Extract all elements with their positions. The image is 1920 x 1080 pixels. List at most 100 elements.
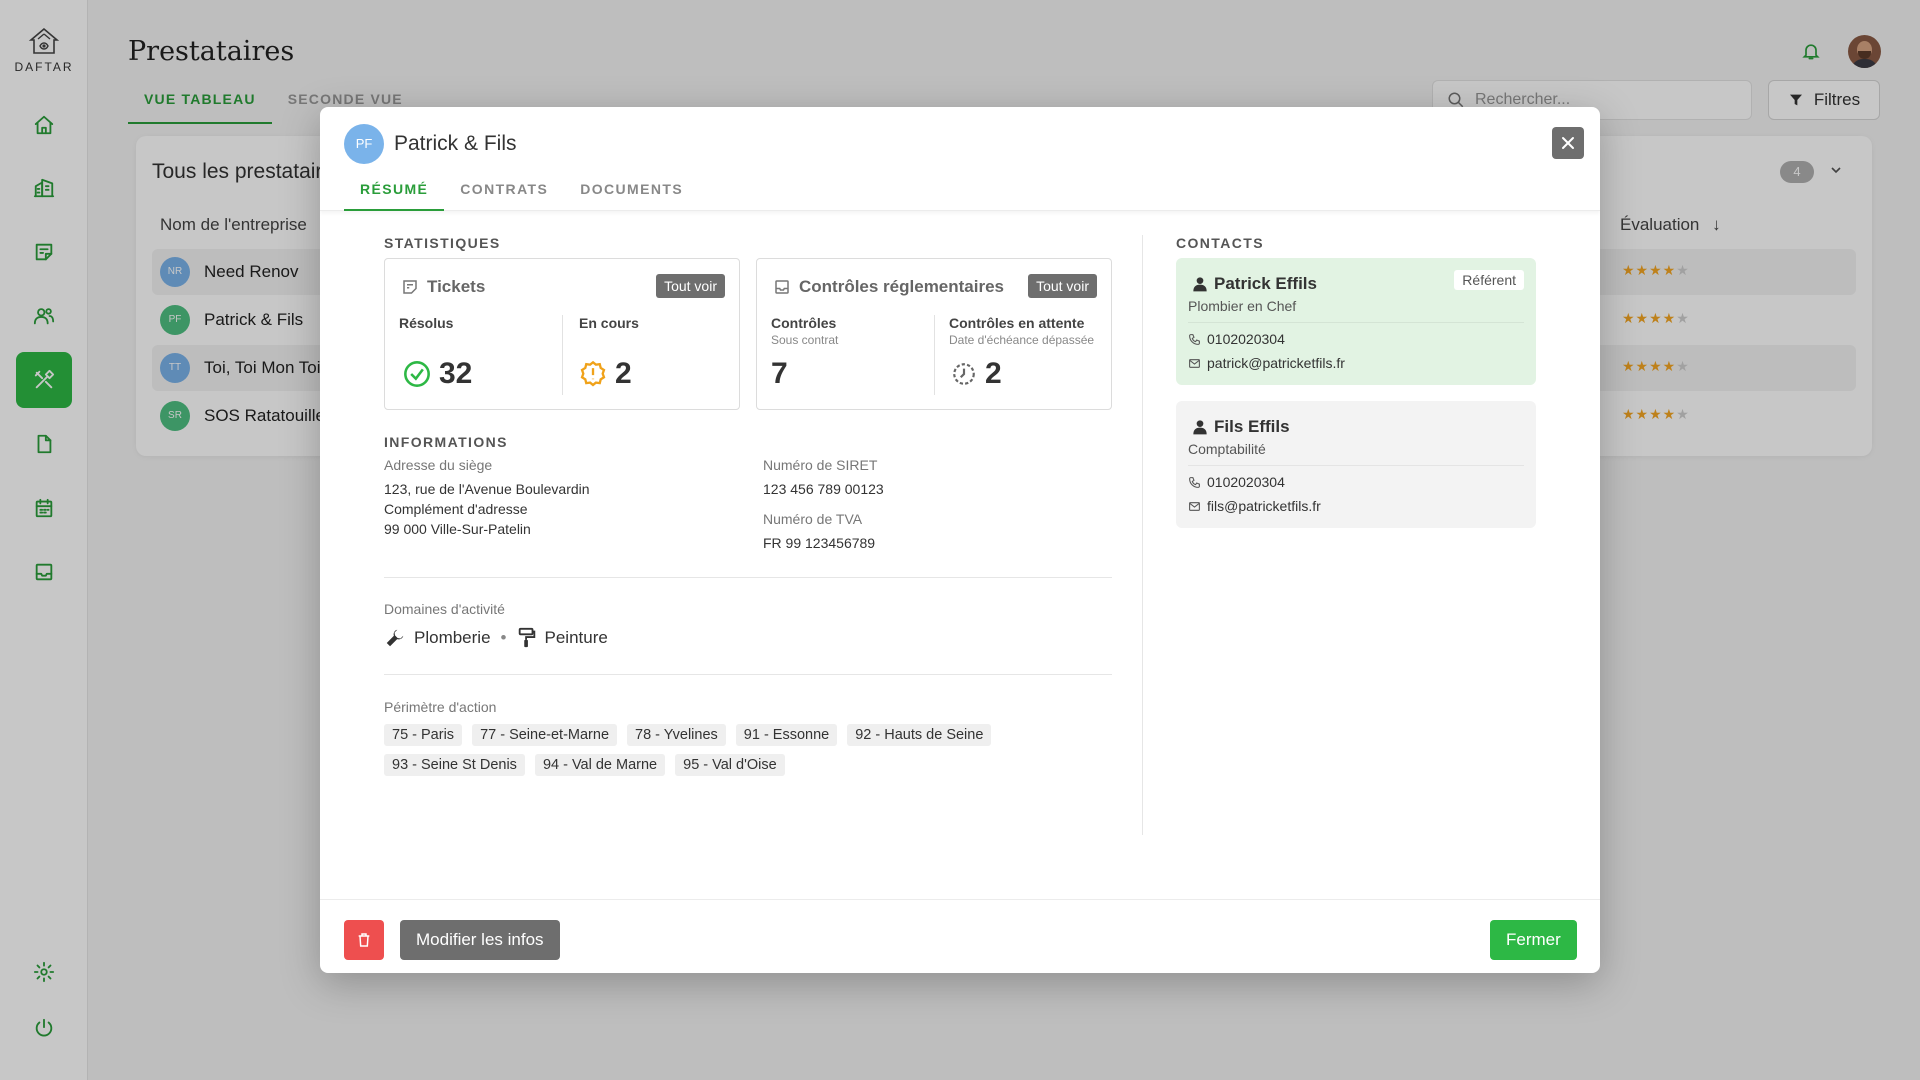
ticket-icon bbox=[403, 280, 417, 294]
contact-phone[interactable]: 0102020304 bbox=[1188, 331, 1285, 347]
controls-contract-sub: Sous contrat bbox=[771, 333, 839, 347]
contact-name: Patrick Effils bbox=[1192, 274, 1317, 294]
close-modal-button[interactable] bbox=[1552, 127, 1584, 159]
perimeter-chip: 78 - Yvelines bbox=[627, 724, 726, 746]
trash-icon bbox=[358, 933, 370, 947]
address-value: 123, rue de l'Avenue Boulevardin Complém… bbox=[384, 479, 590, 539]
tickets-card: Tickets Tout voir Résolus 32 En cours 2 bbox=[384, 258, 740, 410]
person-icon bbox=[1193, 420, 1207, 435]
controls-pending-label: Contrôles en attente bbox=[949, 315, 1085, 331]
modal-footer: Modifier les infos Fermer bbox=[320, 899, 1600, 973]
divider bbox=[1142, 235, 1143, 835]
divider bbox=[934, 315, 935, 395]
tab-contracts[interactable]: CONTRATS bbox=[444, 175, 564, 211]
tickets-ongoing-value: 2 bbox=[579, 357, 632, 391]
phone-icon bbox=[1189, 333, 1200, 345]
perimeter-chip: 91 - Essonne bbox=[735, 724, 838, 746]
perimeter-chip: 92 - Hauts de Seine bbox=[847, 724, 992, 746]
info-section-title: INFORMATIONS bbox=[384, 434, 508, 450]
referent-badge: Référent bbox=[1454, 270, 1524, 290]
siret-label: Numéro de SIRET bbox=[763, 457, 878, 473]
contact-card[interactable]: Patrick Effils Référent Plombier en Chef… bbox=[1176, 258, 1536, 385]
controls-see-all-button[interactable]: Tout voir bbox=[1028, 274, 1097, 298]
tab-summary[interactable]: RÉSUMÉ bbox=[344, 175, 445, 211]
perimeter-chip: 93 - Seine St Denis bbox=[384, 754, 525, 776]
address-line: 99 000 Ville-Sur-Patelin bbox=[384, 521, 531, 537]
tickets-card-header: Tickets bbox=[401, 277, 485, 297]
tva-value: FR 99 123456789 bbox=[763, 535, 876, 551]
contact-name-text: Fils Effils bbox=[1214, 417, 1290, 436]
edit-info-button[interactable]: Modifier les infos bbox=[400, 920, 560, 960]
controls-pending-number: 2 bbox=[985, 357, 1002, 390]
modal-title: Patrick & Fils bbox=[394, 132, 517, 155]
contact-name: Fils Effils bbox=[1192, 417, 1290, 437]
tickets-card-title: Tickets bbox=[427, 277, 486, 296]
controls-contract-number: 7 bbox=[771, 357, 788, 390]
tickets-resolved: Résolus bbox=[399, 315, 453, 331]
tickets-ongoing: En cours bbox=[579, 315, 639, 331]
domain-label: Peinture bbox=[544, 628, 608, 647]
tickets-ongoing-number: 2 bbox=[615, 357, 632, 390]
check-circle-icon bbox=[404, 361, 430, 387]
controls-pending-sub: Date d'échéance dépassée bbox=[949, 333, 1095, 347]
controls-pending: Contrôles en attente Date d'échéance dép… bbox=[949, 315, 1094, 347]
controls-pending-value: 2 bbox=[951, 357, 1002, 391]
controls-card-title: Contrôles réglementaires bbox=[799, 277, 1005, 296]
provider-modal: PF Patrick & Fils RÉSUMÉ CONTRATS DOCUME… bbox=[320, 107, 1600, 973]
controls-contract: Contrôles Sous contrat bbox=[771, 315, 838, 347]
contacts-section-title: CONTACTS bbox=[1176, 235, 1264, 251]
address-label: Adresse du siège bbox=[384, 457, 493, 473]
address-line: 123, rue de l'Avenue Boulevardin bbox=[384, 481, 590, 497]
contact-card[interactable]: Fils Effils Comptabilité 0102020304 fils… bbox=[1176, 401, 1536, 528]
perimeter-chips: 75 - Paris 77 - Seine-et-Marne 78 - Yvel… bbox=[384, 724, 1112, 776]
contact-email-text: patrick@patricketfils.fr bbox=[1207, 355, 1345, 371]
contact-email[interactable]: patrick@patricketfils.fr bbox=[1188, 355, 1345, 371]
phone-icon bbox=[1189, 476, 1200, 488]
tickets-resolved-value: 32 bbox=[403, 357, 472, 391]
warning-badge-icon bbox=[580, 360, 606, 387]
paint-roller-icon bbox=[518, 627, 535, 648]
domain-label: Plomberie bbox=[414, 628, 491, 647]
tickets-resolved-label: Résolus bbox=[399, 315, 454, 331]
contact-email[interactable]: fils@patricketfils.fr bbox=[1188, 498, 1321, 514]
domains-list: Plomberie • Peinture bbox=[384, 627, 608, 649]
separator-dot: • bbox=[500, 628, 507, 647]
provider-avatar: PF bbox=[344, 124, 384, 164]
perimeter-label: Périmètre d'action bbox=[384, 699, 497, 715]
modal-header: PF Patrick & Fils RÉSUMÉ CONTRATS DOCUME… bbox=[320, 107, 1600, 211]
controls-card-header: Contrôles réglementaires bbox=[773, 277, 1004, 297]
siret-value: 123 456 789 00123 bbox=[763, 481, 884, 497]
divider bbox=[1188, 465, 1524, 466]
close-icon bbox=[1562, 137, 1574, 149]
inbox-icon bbox=[775, 280, 789, 294]
contact-phone-text: 0102020304 bbox=[1207, 474, 1285, 490]
divider bbox=[384, 674, 1112, 675]
contact-phone[interactable]: 0102020304 bbox=[1188, 474, 1285, 490]
wrench-icon bbox=[386, 629, 404, 647]
tab-documents[interactable]: DOCUMENTS bbox=[564, 175, 699, 211]
perimeter-chip: 77 - Seine-et-Marne bbox=[472, 724, 618, 746]
perimeter-chip: 94 - Val de Marne bbox=[534, 754, 666, 776]
close-button[interactable]: Fermer bbox=[1490, 920, 1577, 960]
controls-contract-label: Contrôles bbox=[771, 315, 837, 331]
stats-section-title: STATISTIQUES bbox=[384, 235, 501, 251]
address-line: Complément d'adresse bbox=[384, 501, 528, 517]
contact-phone-text: 0102020304 bbox=[1207, 331, 1285, 347]
domains-label: Domaines d'activité bbox=[384, 601, 505, 617]
controls-contract-value: 7 bbox=[771, 357, 788, 391]
delete-button[interactable] bbox=[344, 920, 384, 960]
contact-role: Comptabilité bbox=[1188, 441, 1266, 457]
divider bbox=[384, 577, 1112, 578]
contact-name-text: Patrick Effils bbox=[1214, 274, 1317, 293]
contact-email-text: fils@patricketfils.fr bbox=[1207, 498, 1321, 514]
tickets-resolved-number: 32 bbox=[439, 357, 473, 390]
person-icon bbox=[1193, 277, 1207, 292]
timer-icon bbox=[953, 363, 975, 385]
divider bbox=[562, 315, 563, 395]
mail-icon bbox=[1189, 358, 1200, 368]
controls-card: Contrôles réglementaires Tout voir Contr… bbox=[756, 258, 1112, 410]
contact-role: Plombier en Chef bbox=[1188, 298, 1297, 314]
tickets-see-all-button[interactable]: Tout voir bbox=[656, 274, 725, 298]
perimeter-chip: 75 - Paris bbox=[384, 724, 463, 746]
divider bbox=[1188, 322, 1524, 323]
